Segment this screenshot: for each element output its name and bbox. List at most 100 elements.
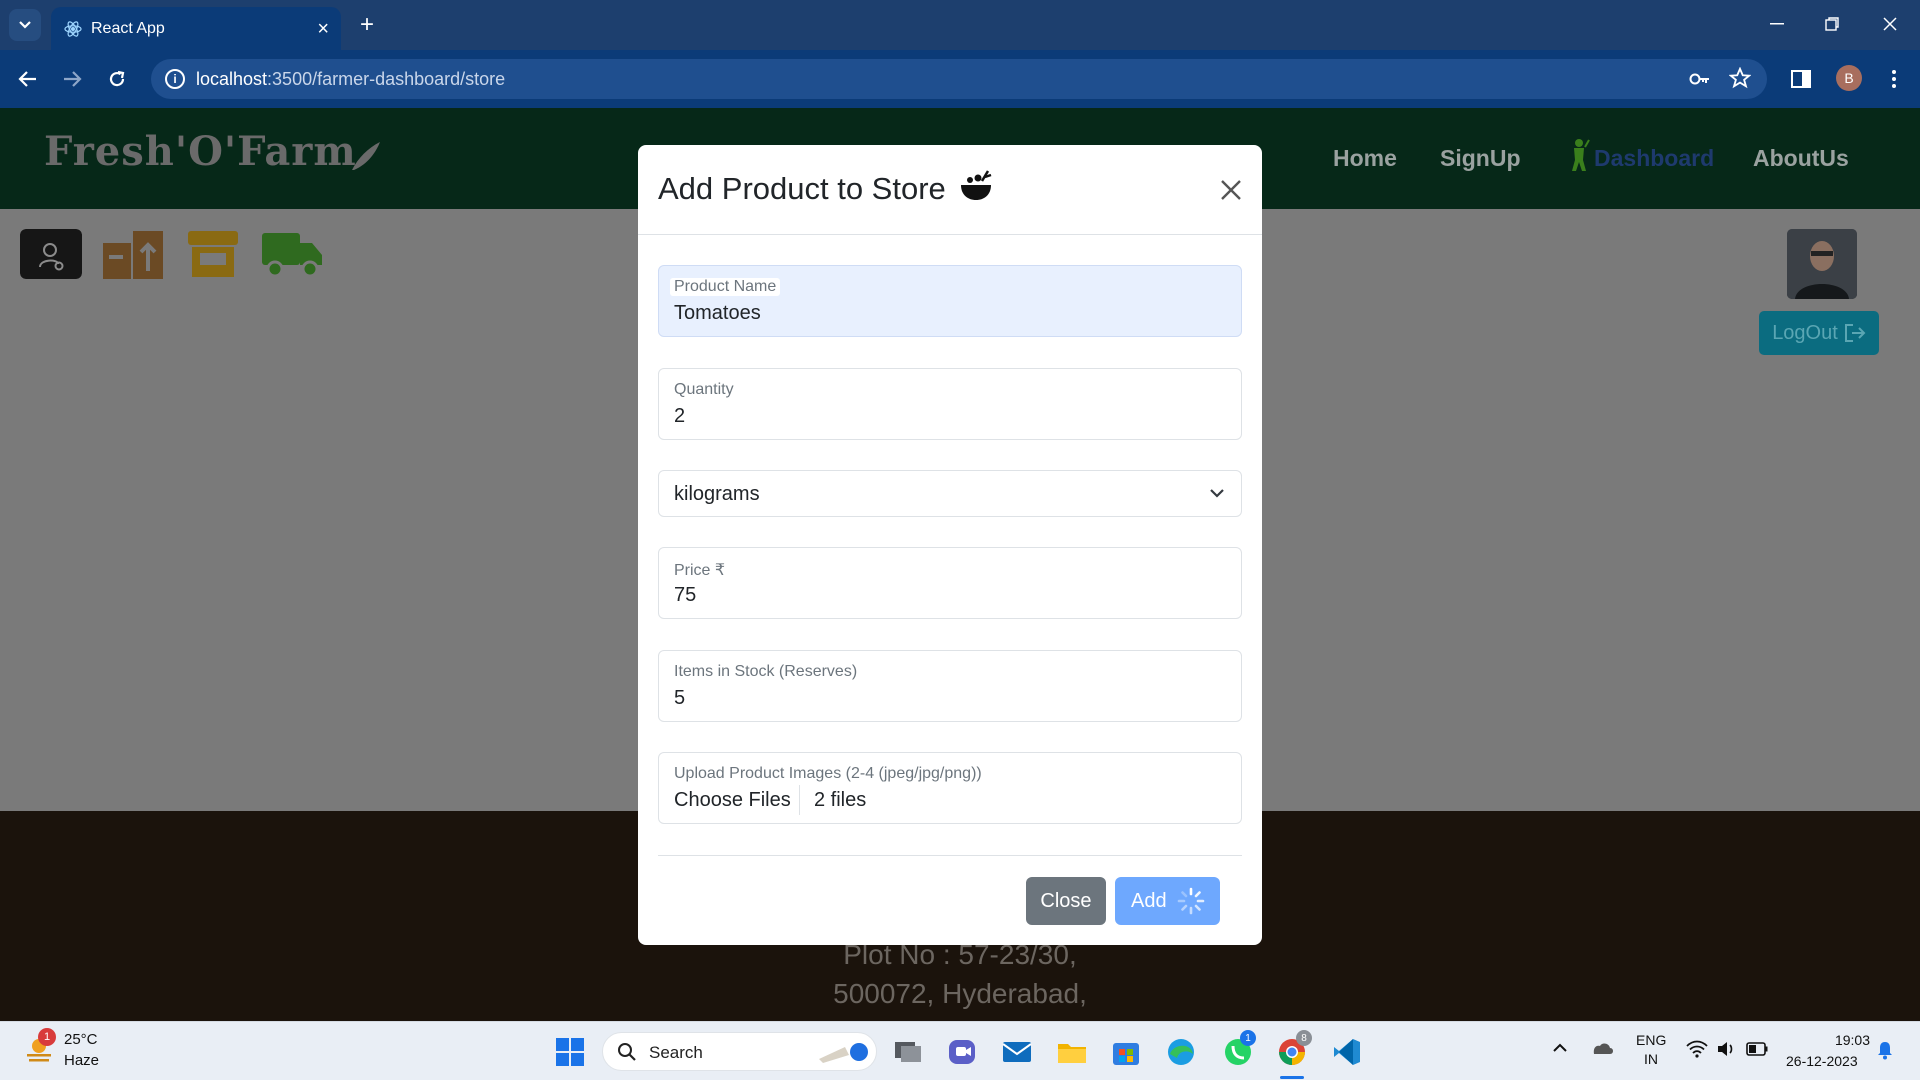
store-icon[interactable] <box>186 229 240 279</box>
windows-start-icon[interactable] <box>554 1036 586 1068</box>
quantity-field[interactable]: Quantity 2 <box>658 368 1242 440</box>
browser-tabbar: React App × + <box>0 0 1920 50</box>
forward-button[interactable] <box>55 63 89 95</box>
footer-address-line2: 500072, Hyderabad, <box>833 978 1087 1009</box>
tab-close-icon[interactable]: × <box>317 18 329 41</box>
close-window-button[interactable] <box>1870 8 1910 40</box>
user-photo-icon <box>1787 229 1857 299</box>
nav-home[interactable]: Home <box>1333 145 1397 172</box>
url-path: :3500/farmer-dashboard/store <box>267 68 506 89</box>
corn-leaf-icon <box>352 142 380 170</box>
quantity-label: Quantity <box>674 381 734 398</box>
search-icon <box>618 1043 636 1061</box>
logout-button[interactable]: LogOut <box>1759 311 1879 355</box>
file-explorer-icon[interactable] <box>1056 1036 1088 1068</box>
url-host: localhost <box>196 68 268 89</box>
search-highlight-icon <box>819 1043 868 1063</box>
task-view-icon[interactable] <box>892 1036 924 1068</box>
vscode-icon[interactable] <box>1331 1036 1363 1068</box>
bookmark-star-icon[interactable] <box>1728 66 1752 95</box>
delivery-truck-icon[interactable] <box>260 229 324 279</box>
file-divider <box>799 785 800 815</box>
site-logo[interactable]: Fresh'O'Farm <box>44 128 357 175</box>
side-panel-button[interactable] <box>1784 63 1818 95</box>
loading-spinner-icon <box>1177 887 1204 915</box>
image-upload-label: Upload Product Images (2-4 (jpeg/jpg/png… <box>674 765 982 782</box>
boxes-upload-icon[interactable] <box>101 227 165 281</box>
user-avatar[interactable] <box>1787 229 1857 299</box>
nav-dashboard[interactable]: Dashboard <box>1594 145 1714 172</box>
side-panel-icon <box>1791 70 1811 88</box>
site-info-icon[interactable]: i <box>165 69 185 89</box>
taskbar-search[interactable]: Search <box>602 1032 877 1071</box>
stock-label: Items in Stock (Reserves) <box>674 663 858 680</box>
add-button-label: Add <box>1131 889 1167 912</box>
modal-footer-divider <box>658 855 1242 856</box>
arrow-right-icon <box>64 71 82 87</box>
modal-header: Add Product to Store <box>638 145 1262 235</box>
chevron-down-icon <box>19 21 31 29</box>
price-value[interactable]: 75 <box>674 584 696 607</box>
weather-desc: Haze <box>64 1052 100 1069</box>
add-button[interactable]: Add <box>1115 877 1220 925</box>
tab-search-button[interactable] <box>9 9 41 41</box>
more-vertical-icon <box>1892 70 1896 88</box>
stock-value[interactable]: 5 <box>674 687 685 710</box>
battery-icon[interactable] <box>1746 1042 1768 1056</box>
add-product-modal: Add Product to Store Product Name Tomato… <box>638 145 1262 945</box>
logout-icon <box>1844 324 1866 342</box>
unit-select-value: kilograms <box>674 483 760 505</box>
search-placeholder: Search <box>649 1043 703 1062</box>
notification-bell-icon[interactable] <box>1876 1040 1894 1060</box>
logout-label: LogOut <box>1772 321 1838 344</box>
chevron-up-icon[interactable] <box>1552 1042 1568 1054</box>
back-button[interactable] <box>11 63 45 95</box>
close-icon <box>1883 17 1897 31</box>
quantity-value[interactable]: 2 <box>674 405 685 428</box>
restore-icon <box>1825 17 1839 31</box>
weather-badge: 1 <box>38 1028 56 1046</box>
minimize-icon <box>1770 23 1784 25</box>
profile-avatar[interactable]: B <box>1836 65 1862 91</box>
close-button[interactable]: Close <box>1026 877 1106 925</box>
image-upload-field: Upload Product Images (2-4 (jpeg/jpg/png… <box>658 752 1242 824</box>
choose-files-button[interactable]: Choose Files <box>674 789 791 812</box>
mail-icon[interactable] <box>1001 1036 1033 1068</box>
product-name-field[interactable]: Product Name Tomatoes <box>658 265 1242 337</box>
clock-time[interactable]: 19:03 <box>1830 1032 1870 1048</box>
new-tab-button[interactable]: + <box>352 9 382 41</box>
salad-bowl-icon <box>961 170 992 200</box>
browser-menu-button[interactable] <box>1877 63 1911 95</box>
language-region: IN <box>1644 1051 1658 1067</box>
browser-tab[interactable]: React App × <box>51 7 341 50</box>
modal-close-icon[interactable] <box>1216 175 1246 205</box>
password-key-icon[interactable] <box>1688 67 1712 97</box>
stock-field[interactable]: Items in Stock (Reserves) 5 <box>658 650 1242 722</box>
teams-icon[interactable] <box>946 1036 978 1068</box>
react-icon <box>64 21 82 37</box>
reload-button[interactable] <box>100 63 134 95</box>
onedrive-icon[interactable] <box>1590 1040 1614 1056</box>
microsoft-store-icon[interactable] <box>1110 1036 1142 1068</box>
nav-aboutus[interactable]: AboutUs <box>1753 145 1849 172</box>
volume-icon[interactable] <box>1716 1040 1736 1058</box>
browser-toolbar: i localhost:3500/farmer-dashboard/store … <box>0 50 1920 108</box>
price-field[interactable]: Price ₹ 75 <box>658 547 1242 619</box>
wifi-icon[interactable] <box>1686 1040 1708 1058</box>
product-name-value[interactable]: Tomatoes <box>674 302 761 325</box>
reload-icon <box>109 70 125 87</box>
profile-settings-icon[interactable] <box>20 229 82 279</box>
address-bar[interactable]: i localhost:3500/farmer-dashboard/store <box>151 59 1767 99</box>
restore-button[interactable] <box>1812 8 1852 40</box>
unit-select[interactable]: kilograms <box>658 470 1242 517</box>
language-code: ENG <box>1636 1032 1667 1048</box>
clock-date[interactable]: 26-12-2023 <box>1786 1053 1858 1069</box>
active-app-indicator <box>1280 1076 1304 1079</box>
weather-temp: 25°C <box>64 1031 98 1048</box>
nav-signup[interactable]: SignUp <box>1440 145 1521 172</box>
minimize-button[interactable] <box>1757 8 1797 40</box>
edge-icon[interactable] <box>1165 1036 1197 1068</box>
modal-title: Add Product to Store <box>658 171 946 206</box>
arrow-left-icon <box>18 71 36 87</box>
language-indicator[interactable]: ENG IN <box>1636 1031 1666 1069</box>
